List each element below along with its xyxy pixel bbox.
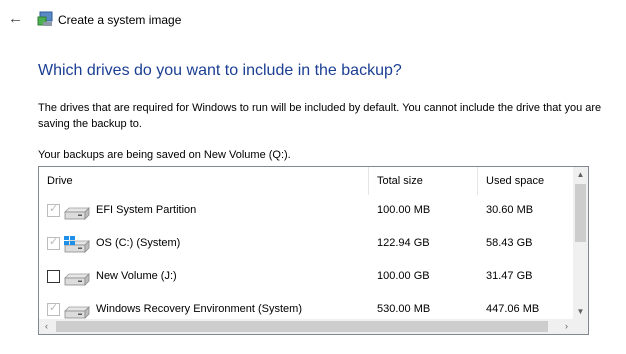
column-header-drive[interactable]: Drive — [39, 167, 73, 195]
drive-name: OS (C:) (System) — [96, 237, 181, 249]
scroll-up-icon[interactable]: ▲ — [573, 167, 588, 182]
drive-name: Windows Recovery Environment (System) — [96, 303, 303, 315]
sort-caret-icon: ˆ — [202, 167, 205, 174]
column-header-used-space[interactable]: Used space — [478, 167, 544, 195]
row-checkbox: ✓ — [47, 236, 60, 250]
horizontal-scrollbar[interactable]: ‹ › — [39, 319, 574, 334]
page-description: The drives that are required for Windows… — [38, 102, 602, 130]
drive-used-space: 30.60 MB — [486, 204, 534, 216]
back-arrow-icon[interactable]: ← — [8, 11, 23, 26]
drive-name: New Volume (J:) — [96, 270, 177, 282]
window-title: Create a system image — [58, 13, 182, 27]
drive-used-space: 447.06 MB — [486, 303, 540, 315]
windows-drive-icon — [64, 236, 90, 253]
row-checkbox: ✓ — [47, 302, 60, 316]
drive-icon — [64, 207, 90, 220]
drives-list[interactable]: ˆ Drive Total size Used space ✓ EFI Syst… — [38, 166, 589, 335]
drive-total-size: 100.00 GB — [377, 270, 430, 282]
row-checkbox: ✓ — [47, 203, 60, 217]
list-header: ˆ Drive Total size Used space — [39, 167, 574, 195]
table-row[interactable]: New Volume (J:) 100.00 GB 31.47 GB — [39, 260, 574, 293]
drive-icon — [64, 273, 90, 286]
column-header-total-size[interactable]: Total size — [369, 167, 423, 195]
scroll-left-icon[interactable]: ‹ — [39, 319, 54, 334]
scroll-down-icon[interactable]: ▼ — [573, 304, 588, 319]
drive-icon — [64, 306, 90, 319]
horizontal-scroll-thumb[interactable] — [56, 321, 548, 332]
table-row[interactable]: ✓ EFI System Partition 100.00 MB 30.60 M… — [39, 194, 574, 227]
scroll-right-icon[interactable]: › — [559, 319, 574, 334]
vertical-scrollbar[interactable]: ▲ ▼ — [573, 167, 588, 319]
scroll-corner — [573, 319, 588, 334]
table-row[interactable]: ✓ Windows Recovery Environment (System) … — [39, 293, 574, 319]
page-heading: Which drives do you want to include in t… — [38, 62, 402, 79]
table-row[interactable]: ✓ OS (C:) (System) 122.94 GB 58.43 GB — [39, 227, 574, 260]
system-image-icon — [37, 11, 53, 26]
vertical-scroll-thumb[interactable] — [575, 184, 586, 242]
drive-total-size: 530.00 MB — [377, 303, 431, 315]
drive-used-space: 58.43 GB — [486, 237, 533, 249]
drive-total-size: 100.00 MB — [377, 204, 431, 216]
row-checkbox[interactable] — [47, 270, 60, 283]
drive-used-space: 31.47 GB — [486, 270, 533, 282]
saving-location-text: Your backups are being saved on New Volu… — [38, 149, 291, 161]
drive-total-size: 122.94 GB — [377, 237, 430, 249]
drive-name: EFI System Partition — [96, 204, 197, 216]
